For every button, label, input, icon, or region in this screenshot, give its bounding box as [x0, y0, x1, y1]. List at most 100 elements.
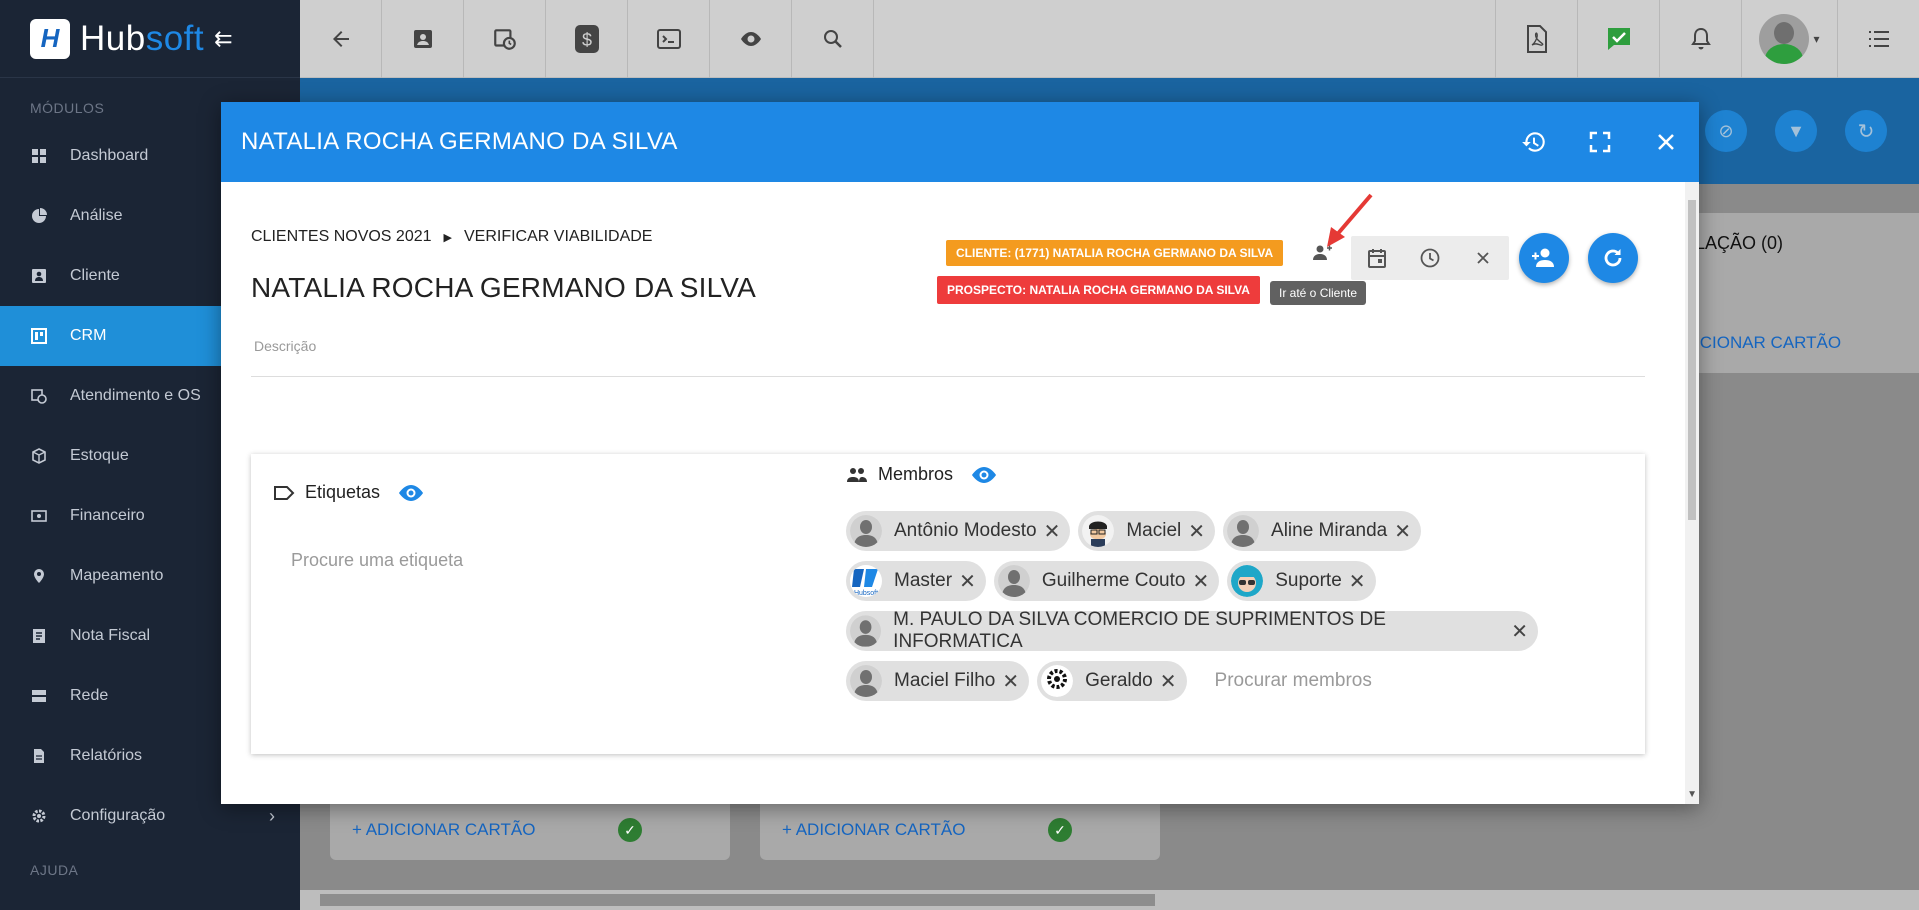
member-chip[interactable]: HubsoftMaster✕: [846, 561, 986, 601]
eye-icon[interactable]: [969, 465, 999, 485]
bell-icon: [1689, 26, 1713, 52]
member-chip[interactable]: Aline Miranda ✕: [1223, 511, 1421, 551]
member-chip[interactable]: Antônio Modesto✕: [846, 511, 1070, 551]
tag-search-input[interactable]: Procure uma etiqueta: [291, 550, 463, 571]
members-row: Antônio Modesto✕ Maciel ✕ Aline Miranda ✕: [846, 510, 1546, 552]
avatar: [1231, 565, 1263, 597]
modal-header: NATALIA ROCHA GERMANO DA SILVA: [221, 102, 1699, 182]
members-row: HubsoftMaster✕Guilherme Couto✕Suporte✕: [846, 560, 1546, 602]
chevron-right-icon: ›: [269, 806, 275, 827]
terminal-button[interactable]: [628, 0, 710, 78]
member-chip[interactable]: Geraldo ✕: [1037, 661, 1186, 701]
modal-body: CLIENTES NOVOS 2021 ▶ VERIFICAR VIABILID…: [221, 182, 1699, 804]
member-chip[interactable]: Maciel ✕: [1078, 511, 1215, 551]
member-name: Maciel: [1126, 520, 1181, 542]
tags-header: Etiquetas: [273, 482, 426, 503]
sidebar-item-label: Dashboard: [70, 147, 148, 165]
remove-member-icon[interactable]: ✕: [1002, 669, 1019, 694]
prospect-chip[interactable]: PROSPECTO: NATALIA ROCHA GERMANO DA SILV…: [937, 276, 1260, 304]
remove-member-icon[interactable]: ✕: [959, 569, 976, 594]
pdf-file-icon: [1526, 25, 1548, 53]
view-button[interactable]: [710, 0, 792, 78]
time-button[interactable]: [1404, 236, 1457, 280]
member-chip[interactable]: M. PAULO DA SILVA COMERCIO DE SUPRIMENTO…: [846, 611, 1538, 651]
sidebar-item-label: Configuração: [70, 807, 165, 825]
member-chip[interactable]: Guilherme Couto✕: [994, 561, 1219, 601]
back-button[interactable]: [300, 0, 382, 78]
remove-member-icon[interactable]: ✕: [1160, 669, 1177, 694]
refresh-board-button[interactable]: ↻: [1845, 110, 1887, 152]
add-card-link[interactable]: ICIONAR CARTÃO: [1695, 333, 1841, 353]
refresh-button[interactable]: [1588, 233, 1638, 283]
remove-member-icon[interactable]: ✕: [1044, 519, 1061, 544]
notifications-button[interactable]: [1659, 0, 1741, 78]
add-card-link[interactable]: + ADICIONAR CARTÃO: [352, 820, 535, 840]
pdf-button[interactable]: [1495, 0, 1577, 78]
breadcrumb: CLIENTES NOVOS 2021 ▶ VERIFICAR VIABILID…: [251, 228, 652, 246]
schedule-button[interactable]: [464, 0, 546, 78]
remove-member-icon[interactable]: ✕: [1511, 619, 1528, 644]
card-title[interactable]: NATALIA ROCHA GERMANO DA SILVA: [251, 272, 756, 304]
check-icon[interactable]: ✓: [1048, 818, 1072, 842]
description-input[interactable]: [251, 376, 1645, 377]
fullscreen-button[interactable]: [1567, 102, 1633, 182]
server-icon: [30, 687, 48, 705]
money-icon: [30, 507, 48, 525]
horizontal-scrollbar[interactable]: [300, 890, 1919, 910]
chat-check-icon: [1606, 26, 1632, 52]
avatar: [1227, 515, 1259, 547]
clear-filter-button[interactable]: ⊘: [1705, 110, 1747, 152]
column-footer: + ADICIONAR CARTÃO ✓: [760, 800, 1160, 860]
member-chip[interactable]: Suporte✕: [1227, 561, 1375, 601]
member-name: Geraldo: [1085, 670, 1153, 692]
arrow-left-icon: [329, 27, 353, 51]
filter-button[interactable]: ▼: [1775, 110, 1817, 152]
sidebar-item-label: Nota Fiscal: [70, 627, 150, 645]
tasks-button[interactable]: [1577, 0, 1659, 78]
user-menu[interactable]: ▾: [1741, 0, 1837, 78]
remove-button[interactable]: [1456, 236, 1509, 280]
history-button[interactable]: [1501, 102, 1567, 182]
filter-off-icon: ⊘: [1718, 121, 1733, 142]
brand: H Hubsoft ⇇: [0, 0, 300, 78]
person-add-icon: [1530, 247, 1558, 269]
history-icon: [1521, 129, 1547, 155]
remove-member-icon[interactable]: ✕: [1192, 569, 1209, 594]
contact-card-icon: [30, 267, 48, 285]
member-chip[interactable]: Maciel Filho✕: [846, 661, 1029, 701]
member-search-input[interactable]: Procurar membros: [1215, 670, 1372, 692]
remove-member-icon[interactable]: ✕: [1394, 519, 1411, 544]
close-icon: [1476, 251, 1490, 265]
member-name: Aline Miranda: [1271, 520, 1387, 542]
breadcrumb-stage[interactable]: VERIFICAR VIABILIDADE: [464, 228, 653, 246]
annotation-arrow: [1325, 193, 1375, 249]
close-icon: [1656, 132, 1676, 152]
breadcrumb-board[interactable]: CLIENTES NOVOS 2021: [251, 228, 432, 246]
remove-member-icon[interactable]: ✕: [1188, 519, 1205, 544]
assign-member-button[interactable]: [1519, 233, 1569, 283]
members-header: Membros: [846, 464, 999, 485]
menu-button[interactable]: [1837, 0, 1919, 78]
tags-members-card: Etiquetas Procure uma etiqueta Membros A…: [251, 454, 1645, 754]
avatar: [850, 665, 882, 697]
check-icon[interactable]: ✓: [618, 818, 642, 842]
finance-button[interactable]: $: [546, 0, 628, 78]
refresh-icon: ↻: [1858, 119, 1875, 144]
modal-scrollbar[interactable]: ▼: [1685, 182, 1699, 804]
client-chip[interactable]: CLIENTE: (1771) NATALIA ROCHA GERMANO DA…: [946, 240, 1283, 266]
label-tag-icon: [273, 485, 295, 501]
tags-title: Etiquetas: [305, 482, 380, 503]
search-button[interactable]: [792, 0, 874, 78]
sidebar-item-label: Estoque: [70, 447, 129, 465]
remove-member-icon[interactable]: ✕: [1349, 569, 1366, 594]
caret-right-icon: ▶: [444, 231, 452, 244]
contact-card-icon: [411, 27, 435, 51]
collapse-sidebar-icon[interactable]: ⇇: [214, 26, 232, 52]
members-title: Membros: [878, 464, 953, 485]
avatar: [1759, 14, 1809, 64]
eye-icon[interactable]: [396, 483, 426, 503]
member-name: M. PAULO DA SILVA COMERCIO DE SUPRIMENTO…: [893, 609, 1504, 653]
close-modal-button[interactable]: [1633, 102, 1699, 182]
add-card-link[interactable]: + ADICIONAR CARTÃO: [782, 820, 965, 840]
client-card-button[interactable]: [382, 0, 464, 78]
